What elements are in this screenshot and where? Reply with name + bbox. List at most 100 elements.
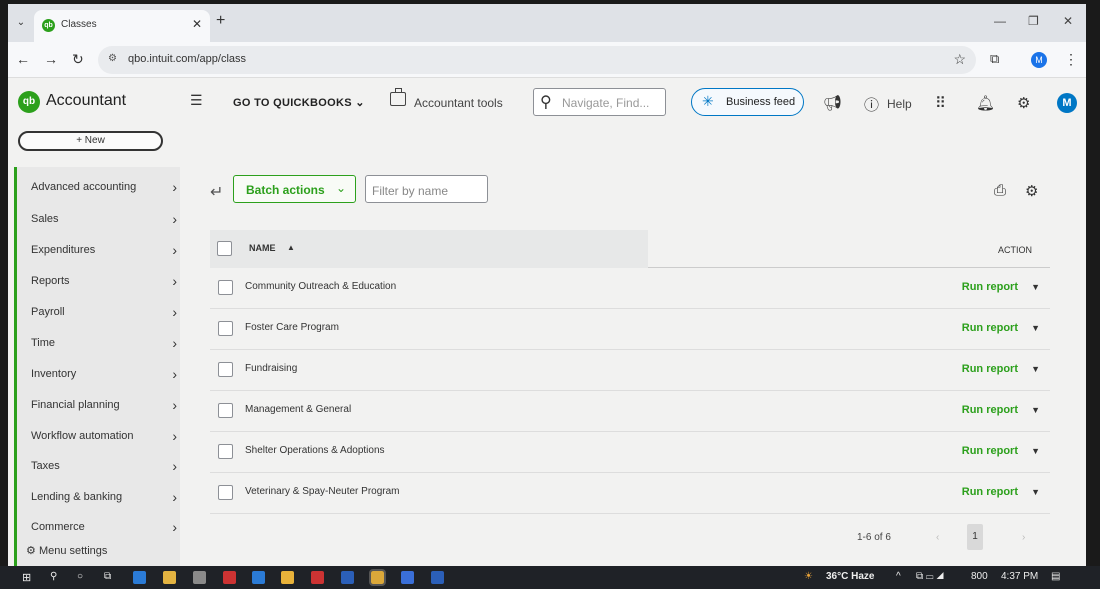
sidebar-item-workflow-automation[interactable]: Workflow automation › [31,428,181,448]
cortana-icon[interactable]: ○ [77,571,83,582]
restore-icon[interactable]: ❐ [1028,14,1039,28]
quickbooks-logo-icon[interactable]: qb [18,91,40,113]
chrome-alt-icon[interactable] [281,571,294,584]
screen: ⌄ qb Classes ✕ + — ❐ ✕ ← → ↻ ⚙ qbo.intui… [8,4,1086,566]
chrome-icon[interactable] [369,569,386,586]
goto-quickbooks-menu[interactable]: GO TO QUICKBOOKS ⌄ [233,96,365,109]
task-view-icon[interactable]: ⧉ [104,571,111,582]
sidebar-item-payroll[interactable]: Payroll › [31,304,181,324]
row-checkbox[interactable] [218,403,233,418]
tab-list-icon[interactable]: ⌄ [12,14,30,32]
settings-gear-icon[interactable]: ⚙ [1017,94,1030,112]
chevron-down-icon: ⌄ [355,97,365,109]
run-report-link[interactable]: Run report [962,322,1018,334]
current-page-button[interactable]: 1 [967,524,983,550]
weather-text[interactable]: 36°C Haze [826,571,874,582]
apps-grid-icon[interactable]: ⠿ [935,94,946,112]
store-icon[interactable] [193,571,206,584]
file-explorer-icon[interactable] [163,571,176,584]
sidebar-item-expenditures[interactable]: Expenditures › [31,242,181,262]
sidebar-item-label: Inventory [31,368,77,380]
gear-icon: ⚙ [26,545,36,557]
windows-start-icon[interactable]: ⊞ [22,571,31,584]
menu-settings-link[interactable]: ⚙ Menu settings [26,544,107,557]
minimize-icon[interactable]: — [994,14,1006,28]
run-report-link[interactable]: Run report [962,486,1018,498]
bookmark-star-icon[interactable]: ☆ [953,51,966,68]
forward-icon[interactable]: → [44,51,58,67]
menu-collapse-icon[interactable]: ☰ [190,92,203,109]
back-icon[interactable]: ← [16,51,30,67]
word-alt-icon[interactable] [431,571,444,584]
tray-expand-icon[interactable]: ^ [896,571,901,582]
taskbar-search-icon[interactable]: ⚲ [50,571,57,582]
browser-menu-icon[interactable]: ⋮ [1064,51,1078,68]
menu-settings-label: Menu settings [38,545,108,557]
caret-down-icon[interactable]: ▼ [1031,405,1040,415]
extensions-icon[interactable]: ⧉ [990,51,999,67]
row-checkbox[interactable] [218,362,233,377]
batch-actions-button[interactable]: Batch actions ⌄ [233,175,356,203]
run-report-link[interactable]: Run report [962,363,1018,375]
site-info-icon[interactable]: ⚙ [108,53,117,64]
browser-profile-avatar[interactable]: M [1031,52,1047,68]
sidebar-item-label: Financial planning [31,399,120,411]
sidebar-item-reports[interactable]: Reports › [31,273,181,293]
column-header-name[interactable]: NAME [249,243,276,253]
clock[interactable]: 4:37 PM [1001,571,1038,582]
run-report-link[interactable]: Run report [962,445,1018,457]
caret-down-icon[interactable]: ▼ [1031,323,1040,333]
sidebar-item-lending-banking[interactable]: Lending & banking › [31,489,181,509]
reload-icon[interactable]: ↻ [72,51,84,68]
browser-tab[interactable]: qb Classes ✕ [34,10,210,42]
new-button[interactable]: + New [18,131,163,151]
business-feed-button[interactable]: ✳ Business feed [691,88,804,116]
notifications-bell-icon[interactable]: 🔔︎ [976,94,995,112]
app-red-icon[interactable] [223,571,236,584]
sidebar-item-advanced-accounting[interactable]: Advanced accounting › [31,179,181,199]
sidebar-item-financial-planning[interactable]: Financial planning › [31,397,181,417]
sidebar-item-inventory[interactable]: Inventory › [31,366,181,386]
run-report-link[interactable]: Run report [962,404,1018,416]
caret-down-icon[interactable]: ▼ [1031,282,1040,292]
pdf-icon[interactable] [311,571,324,584]
help-label[interactable]: Help [887,97,912,111]
return-arrow-icon[interactable]: ↵ [210,182,223,202]
caret-down-icon[interactable]: ▼ [1031,364,1040,374]
print-icon[interactable]: ⎙ [994,182,1006,199]
caret-down-icon[interactable]: ▼ [1031,446,1040,456]
next-page-icon[interactable]: › [1022,532,1025,543]
megaphone-icon[interactable]: 📢︎ [823,94,842,112]
word-icon[interactable] [341,571,354,584]
row-checkbox[interactable] [218,485,233,500]
accountant-tools-menu[interactable]: Accountant tools [414,96,503,110]
sidebar-item-time[interactable]: Time › [31,335,181,355]
user-avatar[interactable]: M [1057,93,1077,113]
row-checkbox[interactable] [218,321,233,336]
notifications-icon[interactable]: ▤ [1051,571,1060,582]
new-tab-icon[interactable]: + [216,12,225,30]
sidebar-item-label: Lending & banking [31,491,123,503]
chevron-right-icon: › [172,179,177,195]
address-bar[interactable]: ⚙ qbo.intuit.com/app/class ☆ [98,46,976,74]
sort-ascending-icon[interactable]: ▲ [287,243,295,252]
navigate-search-input[interactable]: ⚲ Navigate, Find... [533,88,666,116]
app-blue-icon[interactable] [401,571,414,584]
tray-icons[interactable]: ⧉ ▭ ◢ [916,571,944,582]
close-tab-icon[interactable]: ✕ [192,17,202,31]
prev-page-icon[interactable]: ‹ [936,532,939,543]
row-checkbox[interactable] [218,444,233,459]
caret-down-icon[interactable]: ▼ [1031,487,1040,497]
table-settings-gear-icon[interactable]: ⚙ [1025,182,1038,200]
sidebar-item-taxes[interactable]: Taxes › [31,458,181,478]
sidebar-item-sales[interactable]: Sales › [31,211,181,231]
run-report-link[interactable]: Run report [962,281,1018,293]
filter-by-name-input[interactable]: Filter by name [365,175,488,203]
row-checkbox[interactable] [218,280,233,295]
select-all-checkbox[interactable] [217,241,232,256]
edge-icon[interactable] [133,571,146,584]
close-window-icon[interactable]: ✕ [1063,14,1073,28]
help-icon[interactable]: ⓘ [864,94,879,115]
edge-alt-icon[interactable] [252,571,265,584]
sidebar-item-commerce[interactable]: Commerce › [31,519,181,539]
